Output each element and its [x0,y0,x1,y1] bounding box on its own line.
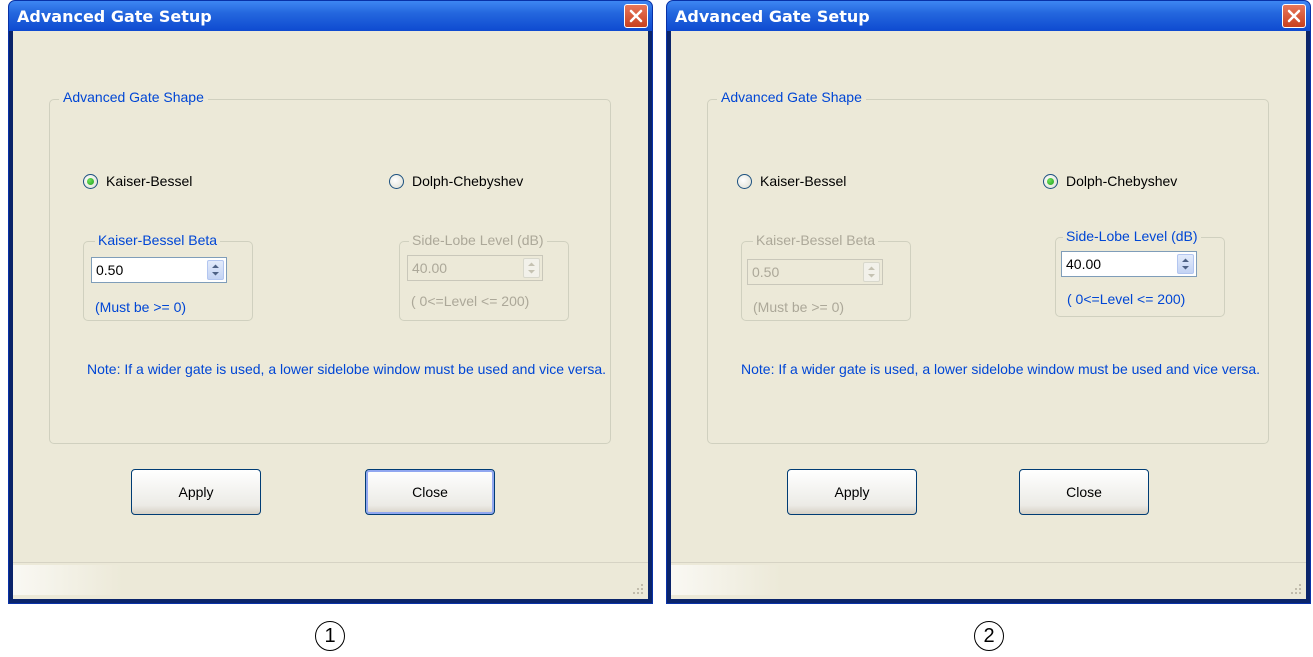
apply-button[interactable]: Apply [787,469,917,515]
dialog-client-area: Advanced Gate Shape Kaiser-Bessel Dolph-… [13,31,648,599]
close-button[interactable]: Close [1019,469,1149,515]
sidelobe-level-spinbox[interactable]: 40.00 [1061,251,1197,277]
apply-button[interactable]: Apply [131,469,261,515]
spin-arrows-icon[interactable] [207,260,224,280]
spin-arrows-icon[interactable] [863,262,880,282]
sidelobe-level-spinbox[interactable]: 40.00 [407,255,543,281]
sidelobe-level-hint: ( 0<=Level <= 200) [411,293,530,309]
spin-arrows-icon[interactable] [523,258,540,278]
close-icon [1287,9,1301,23]
sidelobe-level-group [399,241,569,321]
sidelobe-level-hint: ( 0<=Level <= 200) [1067,291,1186,307]
status-bar [671,562,1306,599]
group-label: Advanced Gate Shape [59,89,208,105]
note-text: Note: If a wider gate is used, a lower s… [741,361,1261,377]
close-window-button[interactable] [1282,4,1306,28]
radio-dot-selected[interactable] [1043,173,1058,189]
title-bar[interactable]: Advanced Gate Setup [9,1,652,31]
kaiser-beta-label: Kaiser-Bessel Beta [753,232,879,248]
note-text: Note: If a wider gate is used, a lower s… [87,361,607,377]
radio-dolph-chebyshev[interactable]: Dolph-Chebyshev [1043,173,1177,189]
sidelobe-level-label: Side-Lobe Level (dB) [1063,228,1201,244]
radio-dot[interactable] [389,173,404,189]
radio-dot[interactable] [737,173,752,189]
radio-label: Dolph-Chebyshev [1066,173,1178,189]
window-title: Advanced Gate Setup [17,7,212,26]
radio-kaiser-bessel[interactable]: Kaiser-Bessel [83,173,192,189]
resize-grip-icon[interactable] [1290,583,1302,595]
callout-2: 2 [974,621,1004,651]
dialog-1: Advanced Gate Setup Advanced Gate Shape … [8,0,653,604]
sidelobe-level-label: Side-Lobe Level (dB) [409,232,547,248]
close-button[interactable]: Close [365,469,495,515]
callout-1: 1 [315,621,345,651]
window-title: Advanced Gate Setup [675,7,870,26]
close-window-button[interactable] [624,4,648,28]
kaiser-beta-spinbox[interactable]: 0.50 [747,259,883,285]
radio-label: Kaiser-Bessel [760,173,847,189]
resize-grip-icon[interactable] [632,583,644,595]
status-bar [13,562,648,599]
kaiser-beta-value[interactable]: 0.50 [96,262,123,278]
kaiser-beta-label: Kaiser-Bessel Beta [95,232,221,248]
radio-dolph-chebyshev[interactable]: Dolph-Chebyshev [389,173,523,189]
dialog-2: Advanced Gate Setup Advanced Gate Shape … [666,0,1311,604]
close-icon [629,9,643,23]
radio-label: Dolph-Chebyshev [412,173,524,189]
kaiser-beta-spinbox[interactable]: 0.50 [91,257,227,283]
group-label: Advanced Gate Shape [717,89,866,105]
radio-label: Kaiser-Bessel [106,173,193,189]
dialog-client-area: Advanced Gate Shape Kaiser-Bessel Dolph-… [671,31,1306,599]
sidelobe-level-value[interactable]: 40.00 [412,260,447,276]
radio-dot-selected[interactable] [83,173,98,189]
radio-kaiser-bessel[interactable]: Kaiser-Bessel [737,173,846,189]
title-bar[interactable]: Advanced Gate Setup [667,1,1310,31]
spin-arrows-icon[interactable] [1177,254,1194,274]
sidelobe-level-value[interactable]: 40.00 [1066,256,1101,272]
kaiser-beta-hint: (Must be >= 0) [95,299,187,315]
kaiser-beta-hint: (Must be >= 0) [753,299,845,315]
kaiser-beta-value[interactable]: 0.50 [752,264,779,280]
